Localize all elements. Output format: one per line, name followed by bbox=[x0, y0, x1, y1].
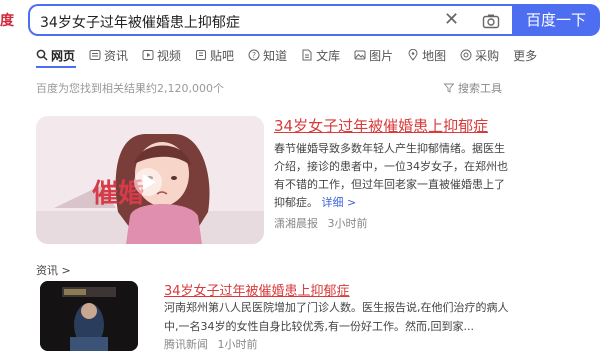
result-snippet: 河南郑州第八人民医院增加了门诊人数。医生报告说,在他们治疗的病人中,一名34岁的… bbox=[164, 301, 509, 333]
svg-text:?: ? bbox=[252, 51, 256, 60]
document-icon bbox=[302, 49, 312, 61]
map-icon bbox=[408, 49, 418, 61]
result-time: 3小时前 bbox=[327, 217, 368, 230]
tieba-icon bbox=[196, 50, 207, 60]
result-source: 潇湘晨报 3小时前 bbox=[274, 215, 368, 231]
tab-map[interactable]: 地图 bbox=[407, 46, 446, 64]
image-icon bbox=[354, 50, 366, 60]
result-source: 腾讯新闻 1小时前 bbox=[164, 336, 258, 352]
tab-more[interactable]: 更多 bbox=[513, 46, 537, 64]
source-name[interactable]: 腾讯新闻 bbox=[164, 338, 208, 351]
news-section-header[interactable]: 资讯 > bbox=[36, 262, 71, 278]
baidu-logo-fragment[interactable]: 度 bbox=[0, 10, 14, 30]
result-thumbnail[interactable] bbox=[40, 281, 138, 351]
search-tools-label: 搜索工具 bbox=[458, 82, 502, 95]
tab-label: 网页 bbox=[51, 48, 76, 63]
tab-web[interactable]: 网页 bbox=[36, 46, 75, 64]
search-input[interactable]: 34岁女子过年被催婚患上抑郁症 bbox=[40, 12, 240, 32]
tab-label: 地图 bbox=[422, 48, 447, 63]
video-icon bbox=[142, 50, 154, 60]
tab-images[interactable]: 图片 bbox=[354, 46, 393, 64]
tab-label: 文库 bbox=[316, 48, 341, 63]
tab-video[interactable]: 视频 bbox=[142, 46, 181, 64]
tab-news[interactable]: 资讯 bbox=[89, 46, 128, 64]
search-box[interactable]: 34岁女子过年被催婚患上抑郁症 ✕ bbox=[28, 4, 512, 36]
filter-icon bbox=[444, 83, 454, 93]
tab-label: 更多 bbox=[513, 48, 538, 63]
camera-icon[interactable] bbox=[482, 12, 500, 30]
result-card: 催婚 34岁女子过年被催婚患上抑郁症 春节催婚导致多数年轻人产生抑郁情绪。据医生… bbox=[36, 100, 514, 250]
source-name[interactable]: 潇湘晨报 bbox=[274, 217, 318, 230]
close-icon[interactable]: ✕ bbox=[444, 11, 459, 29]
tab-wenku[interactable]: 文库 bbox=[301, 46, 340, 64]
purchase-icon bbox=[460, 49, 472, 61]
question-icon: ? bbox=[248, 49, 260, 61]
active-tab-indicator bbox=[36, 66, 76, 68]
search-tools-button[interactable]: 搜索工具 bbox=[444, 80, 502, 96]
vertical-tabs: 网页 资讯 视频 贴吧 ? 知道 文库 图片 地图 采购 更多 bbox=[36, 46, 551, 64]
video-thumbnail-image bbox=[40, 281, 138, 351]
result-title[interactable]: 34岁女子过年被催婚患上抑郁症 bbox=[274, 115, 488, 136]
result-title[interactable]: 34岁女子过年被催婚患上抑郁症 bbox=[164, 280, 350, 299]
tab-label: 贴吧 bbox=[210, 48, 235, 63]
result-count: 百度为您找到相关结果约2,120,000个 bbox=[36, 82, 224, 95]
snippet-text: 春节催婚导致多数年轻人产生抑郁情绪。据医生介绍，接诊的患者中，一位34岁女子，在… bbox=[274, 142, 508, 209]
search-button[interactable]: 百度一下 bbox=[512, 4, 600, 36]
tab-zhidao[interactable]: ? 知道 bbox=[248, 46, 287, 64]
tab-label: 视频 bbox=[157, 48, 182, 63]
tab-label: 资讯 bbox=[104, 48, 129, 63]
tab-label: 采购 bbox=[475, 48, 500, 63]
result-card: 34岁女子过年被催婚患上抑郁症 河南郑州第八人民医院增加了门诊人数。医生报告说,… bbox=[36, 278, 514, 354]
search-icon bbox=[36, 49, 48, 61]
tab-tieba[interactable]: 贴吧 bbox=[195, 46, 234, 64]
result-snippet: 春节催婚导致多数年轻人产生抑郁情绪。据医生介绍，接诊的患者中，一位34岁女子，在… bbox=[274, 140, 514, 212]
news-icon bbox=[89, 50, 101, 60]
result-thumbnail[interactable]: 催婚 bbox=[36, 116, 264, 244]
tab-label: 图片 bbox=[369, 48, 394, 63]
illustration-image: 催婚 bbox=[36, 116, 264, 244]
more-link[interactable]: 详细 > bbox=[322, 196, 357, 209]
result-time: 1小时前 bbox=[217, 338, 258, 351]
tab-purchase[interactable]: 采购 bbox=[460, 46, 499, 64]
tab-label: 知道 bbox=[263, 48, 288, 63]
